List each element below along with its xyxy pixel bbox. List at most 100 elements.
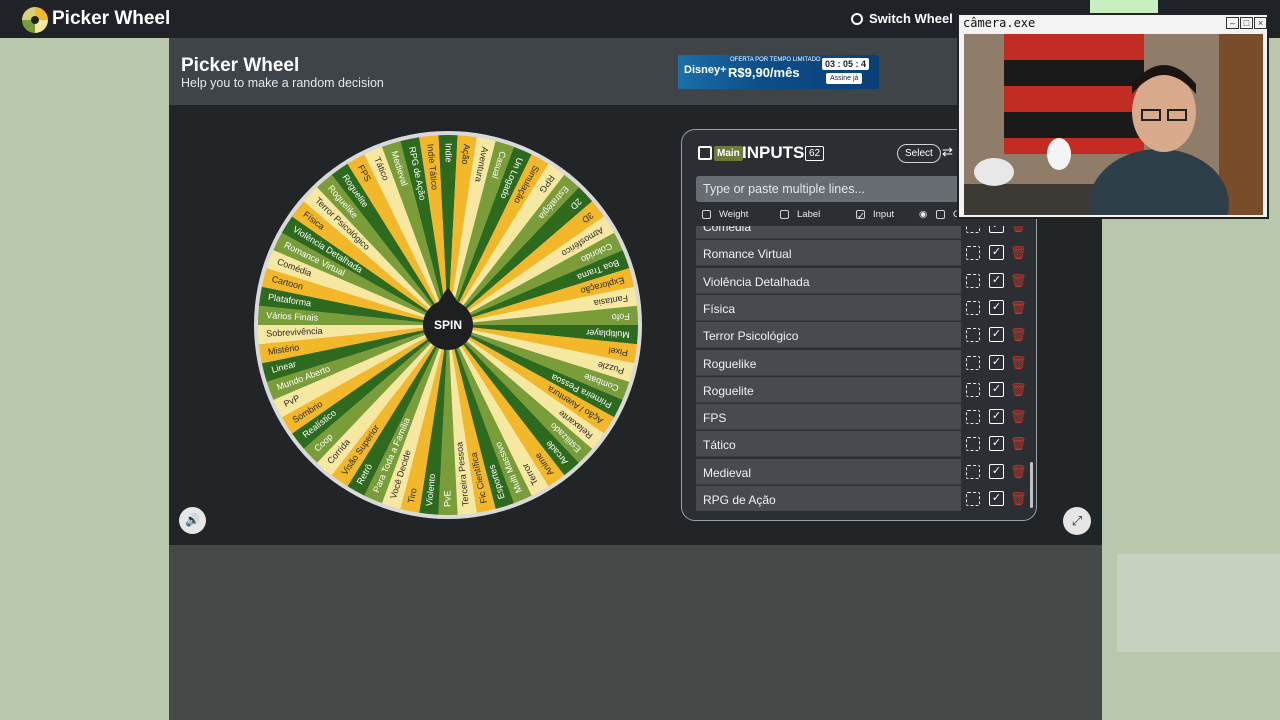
ad-offer: OFERTA POR TEMPO LIMITADO <box>730 57 821 63</box>
include-checkbox[interactable]: ✓ <box>989 245 1004 261</box>
delete-icon[interactable]: 🗑 <box>1010 436 1027 452</box>
ad-banner[interactable]: Disney+ OFERTA POR TEMPO LIMITADO R$9,90… <box>678 55 879 89</box>
list-item[interactable]: Roguelike ✓ 🗑 <box>696 349 1036 376</box>
list-item[interactable]: Roguelite ✓ 🗑 <box>696 376 1036 403</box>
list-item[interactable]: Violência Detalhada ✓ 🗑 <box>696 267 1036 294</box>
ad-cta-button[interactable]: Assine já <box>826 73 863 84</box>
delete-icon[interactable]: 🗑 <box>1010 300 1027 316</box>
list-item-label[interactable]: RPG de Ação <box>696 486 961 511</box>
ad-price: R$9,90/mês <box>728 65 800 80</box>
list-item-label[interactable]: Física <box>696 294 961 321</box>
delete-icon[interactable]: 🗑 <box>1010 245 1027 261</box>
picker-wheel[interactable]: Indie Ação Aventura CasualUn LogadoSimulaçã… <box>253 130 643 520</box>
include-checkbox[interactable]: ✓ <box>989 272 1004 288</box>
delete-icon[interactable]: 🗑 <box>1010 226 1027 234</box>
input-column[interactable]: ✓ Input <box>856 209 895 222</box>
list-item-label[interactable]: Tático <box>696 431 961 458</box>
inputs-title: INPUTS <box>742 143 805 162</box>
ad-brand: Disney+ <box>684 64 727 76</box>
include-checkbox[interactable]: ✓ <box>989 491 1004 506</box>
switch-wheel-button[interactable]: Switch Wheel <box>851 11 953 26</box>
include-checkbox[interactable]: ✓ <box>989 463 1004 479</box>
sound-toggle-button[interactable]: 🔊 <box>179 507 206 534</box>
edit-icon[interactable] <box>698 146 712 160</box>
list-item-label[interactable]: Roguelike <box>696 349 961 376</box>
duplicate-icon[interactable] <box>966 273 980 288</box>
list-item[interactable]: Medieval ✓ 🗑 <box>696 458 1036 485</box>
list-item[interactable]: Tático ✓ 🗑 <box>696 431 1036 458</box>
clock-icon <box>851 12 863 25</box>
duplicate-icon[interactable] <box>966 437 980 452</box>
include-checkbox[interactable]: ✓ <box>989 381 1004 397</box>
delete-icon[interactable]: 🗑 <box>1010 327 1027 343</box>
ad-countdown: 03 : 05 : 4 <box>822 58 870 70</box>
eye-column[interactable]: ◉ <box>919 209 927 220</box>
list-item-label[interactable]: Romance Virtual <box>696 240 961 267</box>
inputs-count-badge: 62 <box>805 146 825 161</box>
duplicate-icon[interactable] <box>966 226 980 233</box>
spin-label[interactable]: SPIN <box>434 318 462 332</box>
switch-wheel-label: Switch Wheel <box>869 11 953 26</box>
list-item[interactable]: Romance Virtual ✓ 🗑 <box>696 240 1036 267</box>
list-item[interactable]: RPG de Ação ✓ 🗑 <box>696 486 1036 511</box>
wheel-slice-label: PvE <box>442 490 452 507</box>
duplicate-icon[interactable] <box>966 300 980 315</box>
delete-icon[interactable]: 🗑 <box>1010 355 1027 371</box>
minimize-icon[interactable]: – <box>1226 17 1239 29</box>
delete-icon[interactable]: 🗑 <box>1010 382 1027 398</box>
duplicate-icon[interactable] <box>966 382 980 397</box>
close-icon[interactable]: × <box>1254 17 1267 29</box>
duplicate-icon[interactable] <box>966 246 980 261</box>
delete-icon[interactable]: 🗑 <box>1010 273 1027 289</box>
color-checkbox[interactable] <box>936 210 945 219</box>
wheel-slice-label: Indie <box>444 143 454 163</box>
include-checkbox[interactable]: ✓ <box>989 327 1004 343</box>
include-checkbox[interactable]: ✓ <box>989 299 1004 315</box>
main-tag: Main <box>714 146 743 161</box>
maximize-icon[interactable]: □ <box>1240 17 1253 29</box>
list-item-label[interactable]: Roguelite <box>696 376 961 403</box>
duplicate-icon[interactable] <box>966 328 980 343</box>
list-item-label[interactable]: Comédia <box>696 226 961 239</box>
list-item[interactable]: Comédia ✓ 🗑 <box>696 226 1036 239</box>
wheel-slice-label: Fofo <box>612 311 630 322</box>
list-item-label[interactable]: Violência Detalhada <box>696 267 961 294</box>
delete-icon[interactable]: 🗑 <box>1010 491 1027 507</box>
faded-overlay <box>1117 554 1280 652</box>
webcam-feed <box>964 34 1263 215</box>
include-checkbox[interactable]: ✓ <box>989 354 1004 370</box>
list-item-label[interactable]: FPS <box>696 404 961 431</box>
page-subtitle: Help you to make a random decision <box>181 76 384 90</box>
list-item-label[interactable]: Medieval <box>696 458 961 485</box>
list-item[interactable]: FPS ✓ 🗑 <box>696 404 1036 431</box>
duplicate-icon[interactable] <box>966 492 980 506</box>
picker-wheel-logo-icon[interactable] <box>22 7 48 33</box>
delete-icon[interactable]: 🗑 <box>1010 464 1027 480</box>
include-checkbox[interactable]: ✓ <box>989 226 1004 233</box>
eye-icon[interactable]: ◉ <box>919 209 927 220</box>
include-checkbox[interactable]: ✓ <box>989 436 1004 452</box>
inputs-list: Comédia✓🗑Romance Virtual✓🗑Violência Deta… <box>696 226 1036 511</box>
webcam-title: câmera.exe <box>963 16 1036 30</box>
list-item[interactable]: Física ✓ 🗑 <box>696 294 1036 321</box>
label-checkbox[interactable] <box>780 210 789 219</box>
fullscreen-button[interactable]: ⤢ <box>1063 507 1091 535</box>
duplicate-icon[interactable] <box>966 464 980 479</box>
label-column[interactable]: Label <box>780 209 820 220</box>
delete-icon[interactable]: 🗑 <box>1010 409 1027 425</box>
input-checkbox[interactable]: ✓ <box>856 210 865 222</box>
duplicate-icon[interactable] <box>966 410 980 425</box>
weight-column[interactable]: Weight <box>702 209 748 220</box>
input-label: Input <box>873 209 895 220</box>
select-button[interactable]: Select <box>897 144 941 163</box>
page-title: Picker Wheel <box>181 55 300 76</box>
list-scrollbar[interactable] <box>1030 462 1033 508</box>
weight-checkbox[interactable] <box>702 210 711 219</box>
list-item[interactable]: Terror Psicológico ✓ 🗑 <box>696 322 1036 349</box>
shuffle-icon[interactable]: ⇄ <box>942 144 953 160</box>
background-tab <box>1090 0 1158 14</box>
duplicate-icon[interactable] <box>966 355 980 370</box>
include-checkbox[interactable]: ✓ <box>989 409 1004 425</box>
list-item-label[interactable]: Terror Psicológico <box>696 322 961 349</box>
brand-name[interactable]: Picker Wheel <box>52 8 170 30</box>
